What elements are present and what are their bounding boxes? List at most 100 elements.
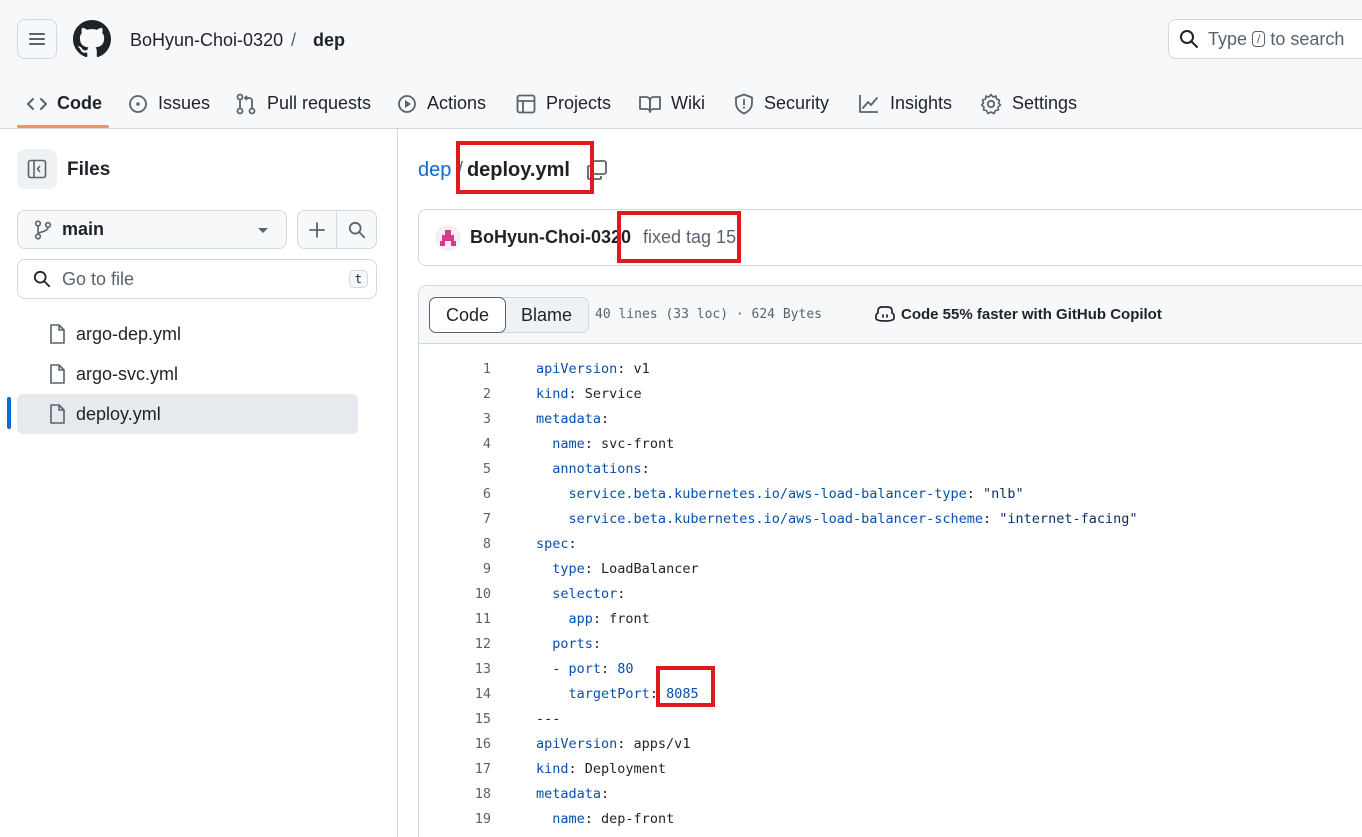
line-number[interactable]: 6 bbox=[419, 486, 491, 502]
commit-message[interactable]: fixed tag 15 bbox=[643, 227, 736, 248]
file-tree-item[interactable]: argo-dep.yml bbox=[17, 314, 358, 354]
line-number[interactable]: 5 bbox=[419, 461, 491, 477]
yaml-separator: : bbox=[601, 785, 610, 802]
file-tree-item-active[interactable]: deploy.yml bbox=[17, 394, 358, 434]
copilot-icon bbox=[875, 306, 895, 322]
selected-tab-underline bbox=[17, 125, 109, 128]
yaml-separator: : bbox=[584, 435, 602, 452]
tab-projects[interactable]: Projects bbox=[516, 78, 611, 129]
yaml-key: metadata bbox=[536, 785, 602, 802]
code-icon bbox=[27, 97, 47, 110]
blame-view-button[interactable]: Blame bbox=[505, 298, 588, 332]
code-line: 12 ports: bbox=[419, 631, 1362, 656]
yaml-separator: : bbox=[568, 535, 577, 552]
top-bar: BoHyun-Choi-0320 / dep Type / to search bbox=[0, 0, 1362, 78]
line-source: annotations: bbox=[536, 461, 650, 477]
yaml-key: apiVersion bbox=[536, 735, 618, 752]
code-line: 11 app: front bbox=[419, 606, 1362, 631]
file-icon bbox=[50, 364, 65, 384]
code-line: 13 - port: 80 bbox=[419, 656, 1362, 681]
yaml-value: Service bbox=[584, 385, 642, 402]
global-search-input[interactable]: Type / to search bbox=[1168, 19, 1362, 59]
yaml-separator: : bbox=[601, 410, 610, 427]
tab-settings[interactable]: Settings bbox=[980, 78, 1077, 129]
line-source: selector: bbox=[536, 586, 625, 602]
copilot-promo-link[interactable]: Code 55% faster with GitHub Copilot bbox=[875, 305, 1162, 323]
code-line: 20 bbox=[419, 831, 1362, 837]
book-icon bbox=[639, 95, 661, 113]
tab-pull-requests[interactable]: Pull requests bbox=[235, 78, 371, 129]
code-lines: 1 apiVersion: v1 2 kind: Service 3 metadata: 4… bbox=[419, 356, 1362, 837]
breadcrumb-owner[interactable]: BoHyun-Choi-0320 bbox=[130, 28, 283, 52]
path-separator: / bbox=[457, 159, 463, 181]
tab-code[interactable]: Code bbox=[27, 78, 102, 129]
line-number[interactable]: 8 bbox=[419, 536, 491, 552]
line-number[interactable]: 9 bbox=[419, 561, 491, 577]
code-viewer: Code Blame 40 lines (33 loc) · 624 Bytes… bbox=[418, 285, 1362, 837]
line-number[interactable]: 13 bbox=[419, 661, 491, 677]
yaml-key: port bbox=[568, 660, 602, 677]
yaml-value: "internet-facing" bbox=[999, 510, 1138, 527]
line-number[interactable]: 17 bbox=[419, 761, 491, 777]
menu-button[interactable] bbox=[17, 19, 57, 59]
go-to-file-placeholder: Go to file bbox=[62, 268, 135, 289]
line-source: service.beta.kubernetes.io/aws-load-bala… bbox=[536, 510, 1138, 527]
code-line: 4 name: svc-front bbox=[419, 431, 1362, 456]
collapse-sidebar-button[interactable] bbox=[17, 149, 57, 189]
yaml-key: name bbox=[552, 435, 585, 452]
line-number[interactable]: 2 bbox=[419, 386, 491, 402]
yaml-separator: : bbox=[617, 360, 634, 377]
github-logo-icon[interactable] bbox=[73, 20, 111, 58]
line-source: ports: bbox=[536, 636, 601, 652]
tab-issues[interactable]: Issues bbox=[128, 78, 210, 129]
code-line: 14 targetPort: 8085 bbox=[419, 681, 1362, 706]
file-path-breadcrumb: dep / deploy.yml bbox=[418, 157, 570, 183]
yaml-value: v1 bbox=[633, 360, 650, 377]
line-source: name: svc-front bbox=[536, 436, 674, 452]
file-tree-item[interactable]: argo-svc.yml bbox=[17, 354, 358, 394]
line-number[interactable]: 15 bbox=[419, 711, 491, 727]
yaml-value: 80 bbox=[617, 660, 634, 677]
line-number[interactable]: 3 bbox=[419, 411, 491, 427]
file-tree-sidebar: Files main Go to file t argo-dep.yml arg… bbox=[0, 129, 398, 837]
line-number[interactable]: 7 bbox=[419, 511, 491, 527]
code-line: 19 name: dep-front bbox=[419, 806, 1362, 831]
breadcrumb-repo[interactable]: dep bbox=[313, 28, 345, 52]
code-view-button[interactable]: Code bbox=[429, 297, 507, 333]
copy-path-icon[interactable] bbox=[586, 159, 608, 181]
line-number[interactable]: 16 bbox=[419, 736, 491, 752]
line-source: metadata: bbox=[536, 786, 609, 802]
line-source: spec: bbox=[536, 536, 577, 552]
line-number[interactable]: 14 bbox=[419, 686, 491, 702]
line-number[interactable]: 19 bbox=[419, 811, 491, 827]
commit-author[interactable]: BoHyun-Choi-0320 bbox=[470, 227, 631, 248]
add-file-button[interactable] bbox=[298, 211, 338, 248]
line-number[interactable]: 12 bbox=[419, 636, 491, 652]
line-number[interactable]: 4 bbox=[419, 436, 491, 452]
table-icon bbox=[516, 94, 536, 113]
path-repo-link[interactable]: dep bbox=[418, 157, 451, 183]
line-source: apiVersion: apps/v1 bbox=[536, 736, 690, 752]
line-number[interactable]: 1 bbox=[419, 361, 491, 377]
branch-selector[interactable]: main bbox=[17, 210, 287, 249]
go-to-file-input[interactable]: Go to file t bbox=[17, 259, 377, 299]
yaml-separator: : bbox=[568, 385, 585, 402]
branch-icon bbox=[34, 219, 52, 240]
line-number[interactable]: 10 bbox=[419, 586, 491, 602]
tab-wiki[interactable]: Wiki bbox=[639, 78, 705, 129]
line-number[interactable]: 18 bbox=[419, 786, 491, 802]
search-files-button[interactable] bbox=[337, 211, 376, 248]
tab-security[interactable]: Security bbox=[734, 78, 829, 129]
code-line: 3 metadata: bbox=[419, 406, 1362, 431]
code-line: 15 --- bbox=[419, 706, 1362, 731]
search-icon bbox=[33, 270, 51, 288]
line-number[interactable]: 11 bbox=[419, 611, 491, 627]
tab-insights[interactable]: Insights bbox=[858, 78, 952, 129]
avatar[interactable] bbox=[435, 224, 461, 251]
hamburger-icon bbox=[29, 33, 45, 45]
yaml-key: apiVersion bbox=[536, 360, 618, 377]
tab-actions[interactable]: Actions bbox=[397, 78, 486, 129]
